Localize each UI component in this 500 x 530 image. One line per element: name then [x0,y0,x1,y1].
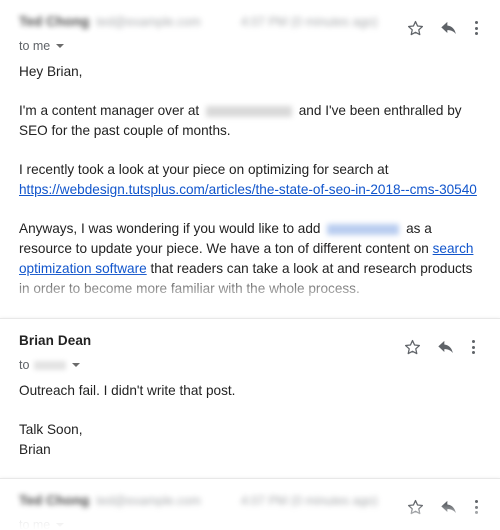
reply-icon [441,500,456,513]
star-icon [404,339,420,354]
star-button[interactable] [398,16,432,40]
body-paragraph-3: Anyways, I was wondering if you would li… [19,219,481,299]
sender-name: Brian Dean [19,333,92,348]
message-header: Ted Chong ted@example.com 4:07 PM (0 min… [0,0,500,60]
message-header: Brian Dean to [0,319,500,379]
reply-signoff: Talk Soon, Brian [19,420,481,460]
sender-email: ted@example.com [96,494,201,508]
redacted-recipient [34,360,67,370]
recipient-label: to me [19,39,51,53]
email-message[interactable]: Ted Chong ted@example.com 4:07 PM (0 min… [0,0,500,318]
sender-email: ted@example.com [96,15,201,29]
email-message[interactable]: Brian Dean to Outreach fail. I didn't wr… [0,318,500,478]
star-button[interactable] [398,495,432,519]
message-header: Ted Chong ted@example.com 4:07 PM (0 min… [0,479,500,530]
article-url-link[interactable]: https://webdesign.tutsplus.com/articles/… [19,182,477,197]
reply-icon [441,21,456,34]
email-thread: Ted Chong ted@example.com 4:07 PM (0 min… [0,0,500,530]
chevron-down-icon[interactable] [72,363,81,367]
reply-icon [438,340,453,353]
para3-before: Anyways, I was wondering if you would li… [19,221,321,236]
para1-before: I'm a content manager over at [19,103,200,118]
message-actions [395,335,483,359]
redacted-brand-link[interactable] [327,223,400,235]
message-body-wrap: Hey Brian, I'm a content manager over at… [0,60,500,318]
para2-lead: I recently took a look at your piece on … [19,162,389,177]
body-paragraph-1: I'm a content manager over at and I've b… [19,101,481,141]
body-greeting: Hey Brian, [19,64,83,79]
star-button[interactable] [395,335,429,359]
reply-line-1: Outreach fail. I didn't write that post. [19,383,236,398]
star-icon [407,20,423,35]
recipient-line[interactable]: to me [19,38,486,54]
recipient-label: to me [19,518,51,530]
body-paragraph-2: I recently took a look at your piece on … [19,160,481,200]
message-body: Hey Brian, I'm a content manager over at… [0,62,500,299]
star-icon [407,499,423,514]
chevron-down-icon[interactable] [56,523,65,527]
redacted-company-name [205,105,292,117]
reply-button[interactable] [432,495,466,519]
message-body: Outreach fail. I didn't write that post.… [0,381,500,478]
reply-line-3: Brian [19,442,51,457]
message-timestamp: 4:07 PM (0 minutes ago) [240,15,378,29]
message-timestamp: 4:07 PM (0 minutes ago) [240,494,378,508]
more-vertical-icon[interactable] [466,18,486,38]
reply-button[interactable] [432,16,466,40]
message-actions [398,16,486,40]
sender-name: Ted Chong [19,493,90,508]
reply-button[interactable] [429,335,463,359]
message-actions [398,495,486,519]
recipient-label: to [19,358,30,372]
reply-line-2: Talk Soon, [19,422,83,437]
email-message[interactable]: Ted Chong ted@example.com 4:07 PM (0 min… [0,478,500,530]
more-vertical-icon[interactable] [466,497,486,517]
recipient-line[interactable]: to [19,357,486,373]
chevron-down-icon[interactable] [56,44,65,48]
more-vertical-icon[interactable] [463,337,483,357]
sender-name: Ted Chong [19,14,90,29]
